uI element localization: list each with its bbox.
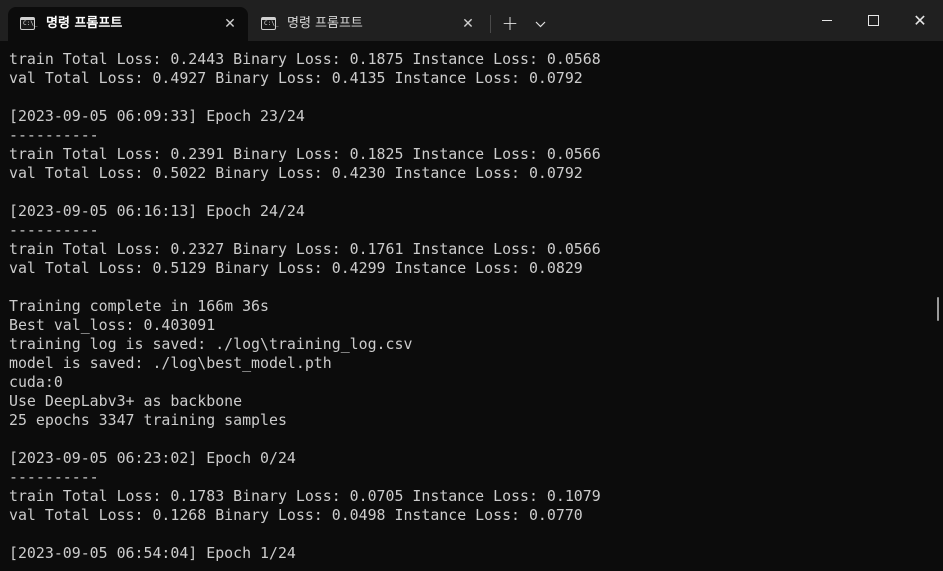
tab-command-prompt-1[interactable]: C:\_ 명령 프롬프트 ✕: [8, 7, 248, 41]
tab-title: 명령 프롬프트: [287, 16, 363, 31]
tab-command-prompt-2[interactable]: C:\_ 명령 프롬프트 ✕: [249, 7, 487, 41]
scrollbar-thumb[interactable]: [937, 297, 939, 321]
console-line: train Total Loss: 0.2391 Binary Loss: 0.…: [9, 145, 601, 163]
console-line: cuda:0: [9, 373, 63, 391]
scrollbar[interactable]: [933, 41, 943, 571]
maximize-icon: [867, 15, 879, 26]
console-line: val Total Loss: 0.1268 Binary Loss: 0.04…: [9, 506, 583, 524]
close-icon: ✕: [913, 10, 927, 30]
console-line: ----------: [9, 468, 99, 486]
console-line: val Total Loss: 0.5022 Binary Loss: 0.42…: [9, 164, 583, 182]
new-tab-button[interactable]: +: [498, 13, 522, 35]
console-line: Training complete in 166m 36s: [9, 297, 269, 315]
terminal-window: C:\_ 명령 프롬프트 ✕ C:\_ 명령 프롬프트 ✕ + ✕ train …: [0, 0, 943, 571]
console-line: Best val_loss: 0.403091: [9, 316, 216, 334]
console-line: 25 epochs 3347 training samples: [9, 411, 287, 429]
console-line: ----------: [9, 126, 99, 144]
console-line: [2023-09-05 06:09:33] Epoch 23/24: [9, 107, 305, 125]
console-line: [2023-09-05 06:16:13] Epoch 24/24: [9, 202, 305, 220]
title-bar[interactable]: C:\_ 명령 프롬프트 ✕ C:\_ 명령 프롬프트 ✕ + ✕: [0, 0, 943, 41]
cmd-icon: C:\_: [20, 17, 38, 30]
console-line: train Total Loss: 0.2327 Binary Loss: 0.…: [9, 240, 601, 258]
console-line: train Total Loss: 0.1783 Binary Loss: 0.…: [9, 487, 601, 505]
console-line: Use DeepLabv3+ as backbone: [9, 392, 243, 410]
console-line: model is saved: ./log\best_model.pth: [9, 354, 332, 372]
tab-title: 명령 프롬프트: [46, 16, 123, 31]
console-line: [2023-09-05 06:23:02] Epoch 0/24: [9, 449, 296, 467]
maximize-button[interactable]: [850, 0, 896, 41]
new-tab-dropdown-button[interactable]: [528, 13, 552, 35]
console-line: training log is saved: ./log\training_lo…: [9, 335, 413, 353]
cmd-icon-glyph: C:\_: [264, 20, 279, 27]
minimize-button[interactable]: [804, 0, 850, 41]
console-line: [2023-09-05 06:54:04] Epoch 1/24: [9, 544, 296, 562]
close-window-button[interactable]: ✕: [897, 0, 943, 41]
console-output[interactable]: train Total Loss: 0.2443 Binary Loss: 0.…: [0, 41, 935, 571]
tab-divider: [490, 15, 491, 33]
console-line: ----------: [9, 221, 99, 239]
cmd-icon: C:\_: [261, 17, 279, 30]
close-tab-icon[interactable]: ✕: [458, 14, 478, 34]
console-line: val Total Loss: 0.4927 Binary Loss: 0.41…: [9, 69, 583, 87]
minimize-icon: [822, 20, 832, 21]
console-line: train Total Loss: 0.2443 Binary Loss: 0.…: [9, 50, 601, 68]
cmd-icon-glyph: C:\_: [23, 20, 38, 27]
chevron-down-icon: [535, 21, 545, 28]
console-line: val Total Loss: 0.5129 Binary Loss: 0.42…: [9, 259, 583, 277]
close-tab-icon[interactable]: ✕: [220, 14, 240, 34]
